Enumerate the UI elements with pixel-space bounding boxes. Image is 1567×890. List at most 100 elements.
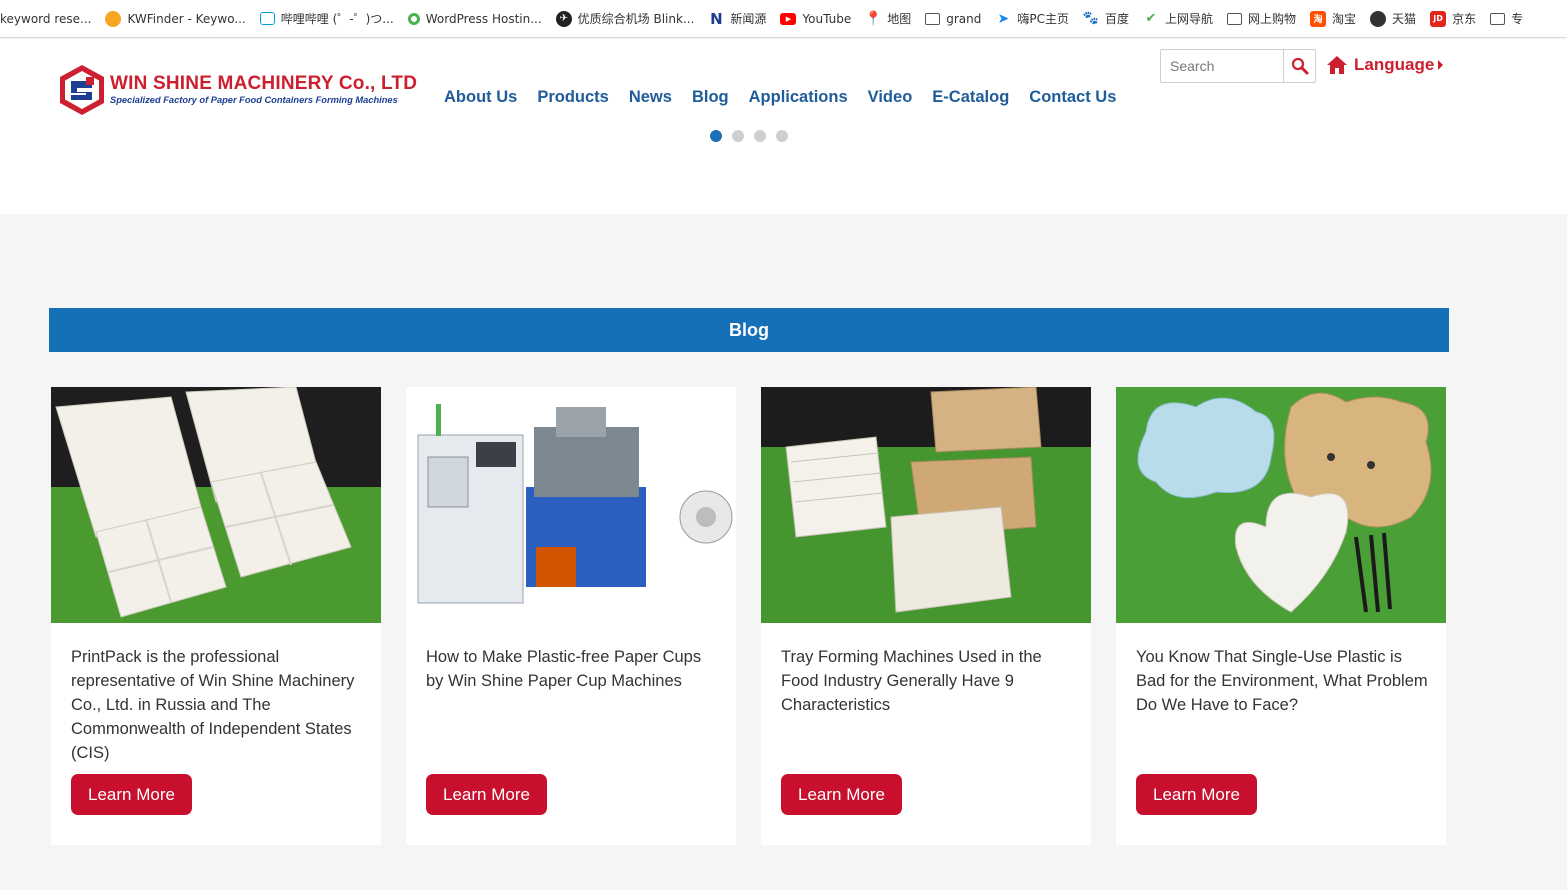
home-icon bbox=[1327, 56, 1347, 74]
blog-card-image[interactable] bbox=[1116, 387, 1446, 623]
bookmark-label: 百度 bbox=[1104, 12, 1129, 26]
folder-icon bbox=[1227, 12, 1243, 25]
wordpress-host-icon bbox=[407, 12, 420, 25]
nav-e-catalog[interactable]: E-Catalog bbox=[922, 88, 1019, 107]
nav-about-us[interactable]: About Us bbox=[434, 88, 527, 107]
search-button[interactable] bbox=[1283, 50, 1315, 82]
bookmark-label: 淘宝 bbox=[1332, 12, 1357, 26]
slider-dots bbox=[710, 130, 798, 142]
kwfinder-icon bbox=[105, 10, 122, 27]
bookmark-jd[interactable]: JD 京东 bbox=[1424, 0, 1484, 37]
site-header: WIN SHINE MACHINERY Co., LTD Specialized… bbox=[0, 39, 1567, 129]
bilibili-icon bbox=[259, 12, 275, 25]
hao123-icon: ✔ bbox=[1145, 11, 1157, 26]
slider-dot-4[interactable] bbox=[776, 130, 788, 142]
blog-card-title[interactable]: PrintPack is the professional representa… bbox=[71, 645, 366, 765]
bookmark-bilibili[interactable]: 哔哩哔哩 (゜-゜)つ... bbox=[254, 0, 402, 37]
bookmark-kwfinder[interactable]: KWFinder - Keywo... bbox=[99, 0, 253, 37]
bookmark-label: grand bbox=[946, 11, 982, 26]
hipc-icon: ➤ bbox=[997, 10, 1010, 27]
shaped-plates-image bbox=[1116, 387, 1446, 623]
blog-card-title[interactable]: You Know That Single-Use Plastic is Bad … bbox=[1136, 645, 1431, 717]
bookmark-label: 上网导航 bbox=[1165, 12, 1214, 26]
blog-card-title[interactable]: How to Make Plastic-free Paper Cups by W… bbox=[426, 645, 721, 693]
bookmark-youtube[interactable]: ▶ YouTube bbox=[774, 0, 859, 37]
bookmark-taobao[interactable]: 淘淘宝 bbox=[1304, 0, 1364, 37]
learn-more-button[interactable]: Learn More bbox=[1136, 774, 1257, 815]
search-box bbox=[1160, 49, 1316, 83]
blog-card: How to Make Plastic-free Paper Cups by W… bbox=[406, 387, 736, 845]
bookmark-news-source[interactable]: N 新闻源 bbox=[702, 0, 774, 37]
youtube-icon: ▶ bbox=[780, 12, 797, 25]
main-nav: About Us Products News Blog Applications… bbox=[434, 88, 1126, 107]
bookmark-hipc[interactable]: ➤ 嗨PC主页 bbox=[989, 0, 1077, 37]
bookmarks-bar: keyword rese... KWFinder - Keywo... 哔哩哔哩… bbox=[0, 0, 1567, 38]
learn-more-button[interactable]: Learn More bbox=[781, 774, 902, 815]
learn-more-button[interactable]: Learn More bbox=[71, 774, 192, 815]
slider-dot-2[interactable] bbox=[732, 130, 744, 142]
bookmark-label: 哔哩哔哩 (゜-゜)つ... bbox=[280, 12, 394, 26]
blink-icon: ✈ bbox=[555, 10, 572, 27]
nav-blog[interactable]: Blog bbox=[682, 88, 739, 107]
slider-dot-3[interactable] bbox=[754, 130, 766, 142]
bookmark-tmall[interactable]: 天猫 bbox=[1364, 0, 1424, 37]
jd-icon: JD bbox=[1430, 10, 1447, 27]
bookmark-label: YouTube bbox=[802, 11, 852, 26]
blog-card: You Know That Single-Use Plastic is Bad … bbox=[1116, 387, 1446, 845]
blog-section-title: Blog bbox=[729, 319, 769, 340]
bookmark-label: 地图 bbox=[887, 12, 912, 26]
paper-cup-machine-image bbox=[406, 387, 736, 623]
bookmark-label: 专 bbox=[1511, 12, 1524, 26]
bookmark-hao123[interactable]: ✔ 上网导航 bbox=[1137, 0, 1221, 37]
folder-icon bbox=[925, 12, 941, 25]
blog-card: PrintPack is the professional representa… bbox=[51, 387, 381, 845]
nav-video[interactable]: Video bbox=[858, 88, 923, 107]
bookmark-folder-grand[interactable]: grand bbox=[919, 0, 989, 37]
site-logo[interactable]: WIN SHINE MACHINERY Co., LTD Specialized… bbox=[58, 64, 417, 116]
bookmark-label: 网上购物 bbox=[1248, 12, 1297, 26]
bookmark-blink[interactable]: ✈ 优质综合机场 Blink... bbox=[550, 0, 703, 37]
search-input[interactable] bbox=[1161, 50, 1283, 82]
bookmark-label: KWFinder - Keywo... bbox=[127, 11, 246, 26]
baidu-icon: 🐾 bbox=[1082, 11, 1100, 26]
bookmark-maps[interactable]: 📍 地图 bbox=[859, 0, 919, 37]
bookmark-label: 京东 bbox=[1452, 12, 1477, 26]
logo-mark-icon bbox=[60, 65, 104, 115]
bookmark-label: keyword rese... bbox=[0, 11, 92, 26]
blog-card-image[interactable] bbox=[51, 387, 381, 623]
logo-subtitle: Specialized Factory of Paper Food Contai… bbox=[110, 95, 398, 105]
bookmark-keyword-research[interactable]: keyword rese... bbox=[0, 0, 99, 37]
blog-card-title[interactable]: Tray Forming Machines Used in the Food I… bbox=[781, 645, 1076, 717]
bookmark-label: 新闻源 bbox=[730, 12, 767, 26]
learn-more-button[interactable]: Learn More bbox=[426, 774, 547, 815]
nav-applications[interactable]: Applications bbox=[739, 88, 858, 107]
bookmark-folder-shopping[interactable]: 网上购物 bbox=[1221, 0, 1304, 37]
bookmark-wordpress-hosting[interactable]: WordPress Hostin... bbox=[402, 0, 550, 37]
bookmark-label: WordPress Hostin... bbox=[425, 11, 542, 26]
blog-card-image[interactable] bbox=[406, 387, 736, 623]
bookmark-label: 优质综合机场 Blink... bbox=[577, 12, 695, 26]
nav-contact-us[interactable]: Contact Us bbox=[1019, 88, 1126, 107]
folder-icon bbox=[1490, 12, 1506, 25]
blog-section-header: Blog bbox=[49, 308, 1449, 352]
slider-area bbox=[0, 129, 1567, 214]
bookmark-folder-more[interactable]: 专 bbox=[1484, 0, 1531, 37]
slider-dot-1[interactable] bbox=[710, 130, 722, 142]
search-icon bbox=[1291, 57, 1308, 75]
bookmark-label: 嗨PC主页 bbox=[1017, 12, 1069, 26]
blog-card-image[interactable] bbox=[761, 387, 1091, 623]
blog-card: Tray Forming Machines Used in the Food I… bbox=[761, 387, 1091, 845]
logo-title: WIN SHINE MACHINERY Co., LTD bbox=[110, 73, 418, 94]
language-selector[interactable]: Language bbox=[1326, 55, 1444, 75]
news-n-icon: N bbox=[710, 9, 723, 28]
nav-news[interactable]: News bbox=[619, 88, 682, 107]
bookmark-baidu[interactable]: 🐾 百度 bbox=[1077, 0, 1137, 37]
taobao-icon: 淘 bbox=[1310, 10, 1327, 27]
paper-trays-image bbox=[761, 387, 1091, 623]
bookmark-label: 天猫 bbox=[1392, 12, 1417, 26]
nav-products[interactable]: Products bbox=[527, 88, 619, 107]
globe-icon bbox=[1370, 10, 1387, 27]
language-label: Language bbox=[1354, 55, 1435, 74]
maps-icon: 📍 bbox=[864, 10, 882, 27]
compartment-trays-image bbox=[51, 387, 381, 623]
